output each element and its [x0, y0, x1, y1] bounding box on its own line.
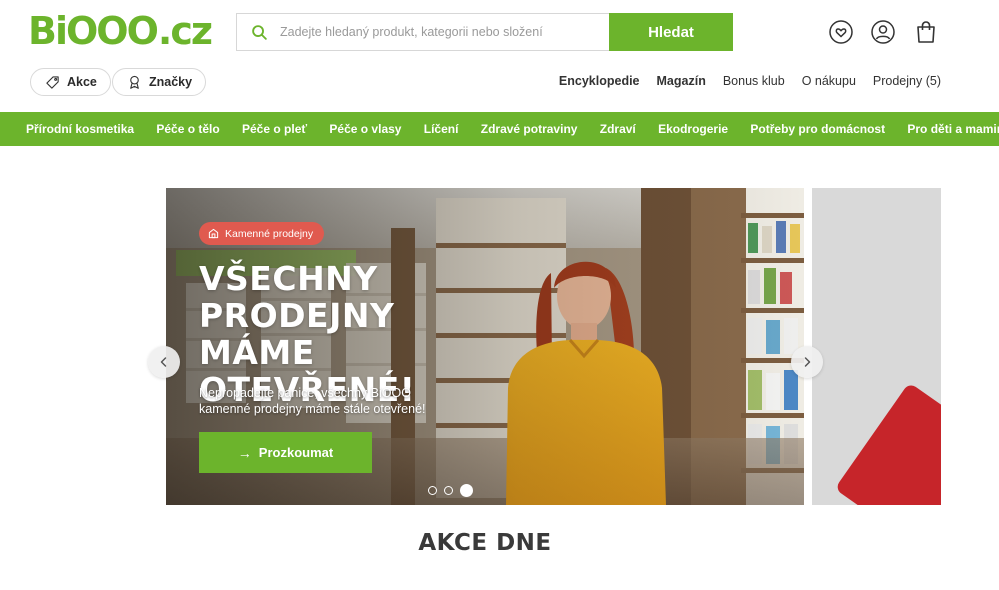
category-healthy-food[interactable]: Zdravé potraviny [481, 122, 578, 136]
heart-icon [829, 20, 853, 44]
category-kids-moms[interactable]: Pro děti a maminky [907, 122, 999, 136]
carousel-next-button[interactable] [791, 346, 823, 378]
search-input[interactable] [280, 25, 600, 39]
search-field[interactable] [236, 13, 609, 51]
award-icon [130, 75, 139, 89]
site-logo[interactable]: BiOOO.cz [28, 8, 213, 54]
top-link-magazine[interactable]: Magazín [657, 74, 706, 88]
tag-icon [46, 75, 59, 89]
account-button[interactable] [871, 20, 895, 44]
category-makeup[interactable]: Líčení [424, 122, 459, 136]
arrow-right-icon: → [237, 444, 252, 461]
hero-slide[interactable]: Kamenné prodejny Všechny prodejny máme o… [166, 188, 804, 505]
category-nav: Přírodní kosmetika Péče o tělo Péče o pl… [0, 112, 999, 146]
carousel-prev-button[interactable] [148, 346, 180, 378]
category-health[interactable]: Zdraví [600, 122, 636, 136]
store-icon [208, 228, 219, 239]
chevron-left-icon [160, 357, 167, 367]
top-links: Encyklopedie Magazín Bonus klub O nákupu… [559, 74, 941, 88]
top-link-stores[interactable]: Prodejny (5) [873, 74, 941, 88]
logo-tld: .cz [156, 8, 213, 54]
category-skin-care[interactable]: Péče o pleť [242, 122, 307, 136]
top-link-encyclopedia[interactable]: Encyklopedie [559, 74, 640, 88]
search-button[interactable]: Hledat [609, 13, 733, 51]
category-eco-drugstore[interactable]: Ekodrogerie [658, 122, 728, 136]
wishlist-button[interactable] [829, 20, 853, 44]
carousel-dot-3[interactable] [460, 484, 473, 497]
cart-button[interactable] [914, 20, 938, 44]
shopping-bag-icon [917, 21, 935, 43]
category-household[interactable]: Potřeby pro domácnost [750, 122, 885, 136]
search-bar: Hledat [236, 13, 733, 51]
user-icon [871, 20, 895, 44]
deals-pill-label: Akce [67, 75, 97, 89]
hero-explore-button[interactable]: → Prozkoumat [199, 432, 372, 473]
deals-pill[interactable]: Akce [30, 68, 111, 96]
hero-badge: Kamenné prodejny [199, 222, 325, 245]
hero-badge-label: Kamenné prodejny [225, 227, 314, 240]
search-icon [252, 24, 267, 40]
brands-pill-label: Značky [149, 75, 193, 89]
chevron-right-icon [804, 357, 811, 367]
next-slide-image [834, 382, 941, 505]
carousel-pagination [428, 484, 473, 497]
top-link-shopping-info[interactable]: O nákupu [802, 74, 856, 88]
category-natural-cosmetics[interactable]: Přírodní kosmetika [26, 122, 134, 136]
section-title-deals: AKCE DNE [418, 530, 552, 556]
next-slide-preview[interactable] [812, 188, 941, 505]
top-link-bonus-club[interactable]: Bonus klub [723, 74, 785, 88]
hero-description: Nepropadejte panice, všechny BiOOO kamen… [199, 386, 426, 416]
carousel-dot-1[interactable] [428, 486, 437, 495]
brands-pill[interactable]: Značky [112, 68, 207, 96]
category-hair-care[interactable]: Péče o vlasy [329, 122, 401, 136]
category-body-care[interactable]: Péče o tělo [156, 122, 219, 136]
hero-explore-label: Prozkoumat [258, 445, 334, 460]
carousel-dot-2[interactable] [444, 486, 453, 495]
logo-wordmark: BiOOO [28, 9, 159, 53]
